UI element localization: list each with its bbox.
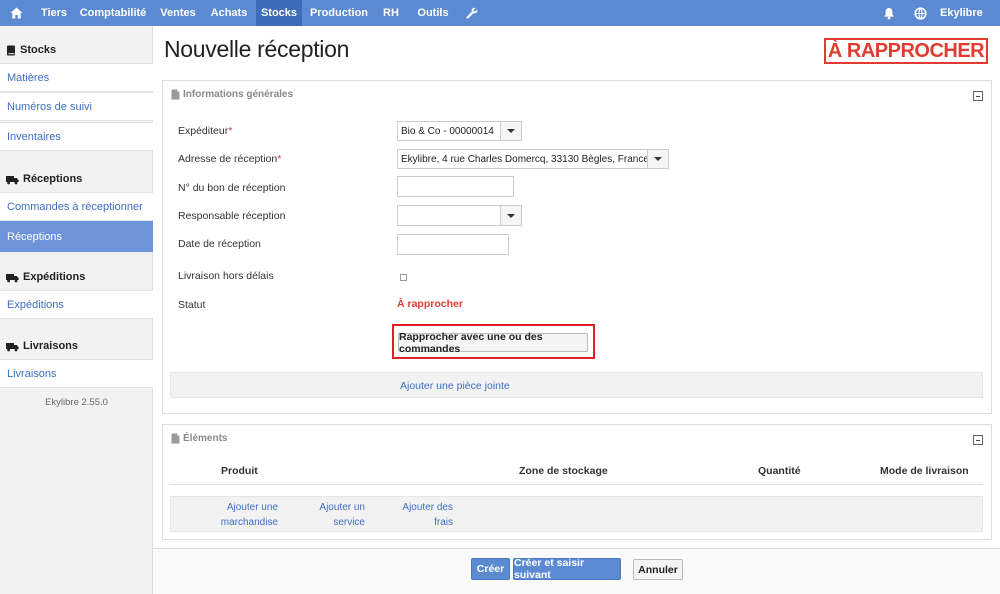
general-info-panel: Informations générales bbox=[162, 80, 992, 414]
document-icon bbox=[171, 433, 180, 444]
sidebar-title-expeditions: Expéditions bbox=[23, 271, 86, 283]
panel-title: Éléments bbox=[183, 433, 228, 444]
add-attachment-link[interactable]: Ajouter une pièce jointe bbox=[400, 380, 510, 392]
sidebar-item-matieres[interactable]: Matières bbox=[0, 63, 153, 92]
truck-icon bbox=[6, 273, 19, 283]
status-value: À rapprocher bbox=[397, 298, 463, 310]
sender-select[interactable]: Bio & Co - 00000014 bbox=[397, 121, 522, 141]
nav-achats[interactable]: Achats bbox=[204, 0, 254, 26]
sidebar-item-expeditions[interactable]: Expéditions bbox=[0, 290, 153, 319]
column-header-quantity: Quantité bbox=[758, 465, 801, 477]
dropdown-button[interactable] bbox=[500, 122, 521, 140]
sidebar: Stocks Matières Numéros de suivi Inventa… bbox=[0, 26, 153, 594]
sidebar-section-livraisons: Livraisons bbox=[0, 333, 153, 360]
status-label: Statut bbox=[178, 299, 206, 311]
nav-comptabilite[interactable]: Comptabilité bbox=[76, 0, 150, 26]
sidebar-section-stocks: Stocks bbox=[0, 37, 153, 64]
sidebar-item-receptions[interactable]: Réceptions bbox=[0, 221, 153, 252]
responsible-label: Responsable réception bbox=[178, 210, 286, 222]
add-merchandise-link[interactable]: Ajouter une marchandise bbox=[218, 500, 278, 530]
address-select[interactable]: Ekylibre, 4 rue Charles Domercq, 33130 B… bbox=[397, 149, 669, 169]
address-label: Adresse de réception* bbox=[178, 153, 282, 165]
reception-date-label: Date de réception bbox=[178, 238, 261, 250]
dropdown-button[interactable] bbox=[647, 150, 668, 168]
wrench-icon[interactable] bbox=[462, 0, 482, 26]
nav-outils[interactable]: Outils bbox=[410, 0, 456, 26]
chevron-down-icon bbox=[654, 157, 662, 161]
panel-header: Éléments bbox=[171, 433, 227, 444]
column-header-delivery-mode: Mode de livraison bbox=[880, 465, 969, 477]
page-title: Nouvelle réception bbox=[164, 36, 350, 62]
add-service-link[interactable]: Ajouter un service bbox=[308, 500, 365, 530]
globe-icon[interactable] bbox=[910, 0, 930, 26]
sidebar-title-stocks: Stocks bbox=[20, 44, 57, 56]
bell-icon[interactable] bbox=[880, 0, 898, 26]
add-service-line1: Ajouter un bbox=[319, 502, 365, 513]
responsible-select[interactable] bbox=[397, 205, 522, 226]
add-items-bar bbox=[170, 496, 983, 532]
address-value: Ekylibre, 4 rue Charles Domercq, 33130 B… bbox=[401, 153, 649, 165]
truck-icon bbox=[6, 342, 19, 352]
chevron-down-icon bbox=[507, 129, 515, 133]
sidebar-title-receptions: Réceptions bbox=[23, 173, 83, 185]
truck-icon bbox=[6, 175, 19, 185]
book-icon bbox=[6, 45, 16, 56]
sender-label: Expéditeur* bbox=[178, 125, 233, 137]
status-stamp: À RAPPROCHER bbox=[824, 38, 988, 64]
user-menu[interactable]: Ekylibre bbox=[940, 0, 992, 42]
reception-date-input[interactable] bbox=[397, 234, 509, 255]
nav-rh[interactable]: RH bbox=[376, 0, 406, 26]
table-divider bbox=[170, 484, 983, 485]
user-name: Ekylibre bbox=[940, 7, 983, 19]
sidebar-section-expeditions: Expéditions bbox=[0, 264, 153, 291]
panel-header: Informations générales bbox=[171, 89, 293, 100]
sidebar-item-livraisons[interactable]: Livraisons bbox=[0, 359, 153, 388]
add-fees-link[interactable]: Ajouter des frais bbox=[396, 500, 453, 530]
add-fees-line1: Ajouter des bbox=[402, 502, 453, 513]
create-button[interactable]: Créer bbox=[471, 558, 510, 580]
column-header-storage-zone: Zone de stockage bbox=[519, 465, 608, 477]
late-delivery-checkbox[interactable] bbox=[400, 274, 407, 281]
add-merchandise-line2: marchandise bbox=[220, 517, 278, 528]
match-orders-button[interactable]: Rapprocher avec une ou des commandes bbox=[398, 331, 588, 355]
chevron-down-icon bbox=[507, 213, 515, 218]
collapse-icon[interactable] bbox=[973, 91, 983, 101]
document-icon bbox=[171, 89, 180, 100]
add-merchandise-line1: Ajouter une bbox=[226, 502, 278, 513]
top-navbar: Tiers Comptabilité Ventes Achats Stocks … bbox=[0, 0, 1000, 42]
home-icon[interactable] bbox=[7, 0, 25, 26]
panel-title: Informations générales bbox=[183, 89, 294, 100]
reception-number-input[interactable] bbox=[397, 176, 514, 197]
add-fees-line2: frais bbox=[434, 517, 453, 528]
sidebar-item-numeros-de-suivi[interactable]: Numéros de suivi bbox=[0, 92, 153, 121]
sidebar-item-inventaires[interactable]: Inventaires bbox=[0, 122, 153, 151]
cancel-button[interactable]: Annuler bbox=[633, 559, 683, 580]
sidebar-section-receptions: Réceptions bbox=[0, 166, 153, 193]
nav-ventes[interactable]: Ventes bbox=[154, 0, 202, 26]
nav-stocks[interactable]: Stocks bbox=[256, 0, 302, 26]
nav-production[interactable]: Production bbox=[306, 0, 372, 26]
nav-tiers[interactable]: Tiers bbox=[32, 0, 76, 26]
reception-number-label: N° du bon de réception bbox=[178, 182, 286, 194]
late-delivery-label: Livraison hors délais bbox=[178, 270, 274, 282]
collapse-icon[interactable] bbox=[973, 435, 983, 445]
sender-value: Bio & Co - 00000014 bbox=[401, 125, 494, 137]
column-header-product: Produit bbox=[221, 465, 258, 477]
create-and-next-button[interactable]: Créer et saisir suivant bbox=[513, 557, 621, 581]
add-service-line2: service bbox=[333, 517, 365, 528]
sidebar-title-livraisons: Livraisons bbox=[23, 340, 79, 352]
sidebar-item-commandes-a-receptionner[interactable]: Commandes à réceptionner bbox=[0, 192, 153, 221]
attachment-bar bbox=[170, 372, 983, 398]
dropdown-button[interactable] bbox=[500, 206, 521, 225]
app-version: Ekylibre 2.55.0 bbox=[45, 397, 108, 408]
